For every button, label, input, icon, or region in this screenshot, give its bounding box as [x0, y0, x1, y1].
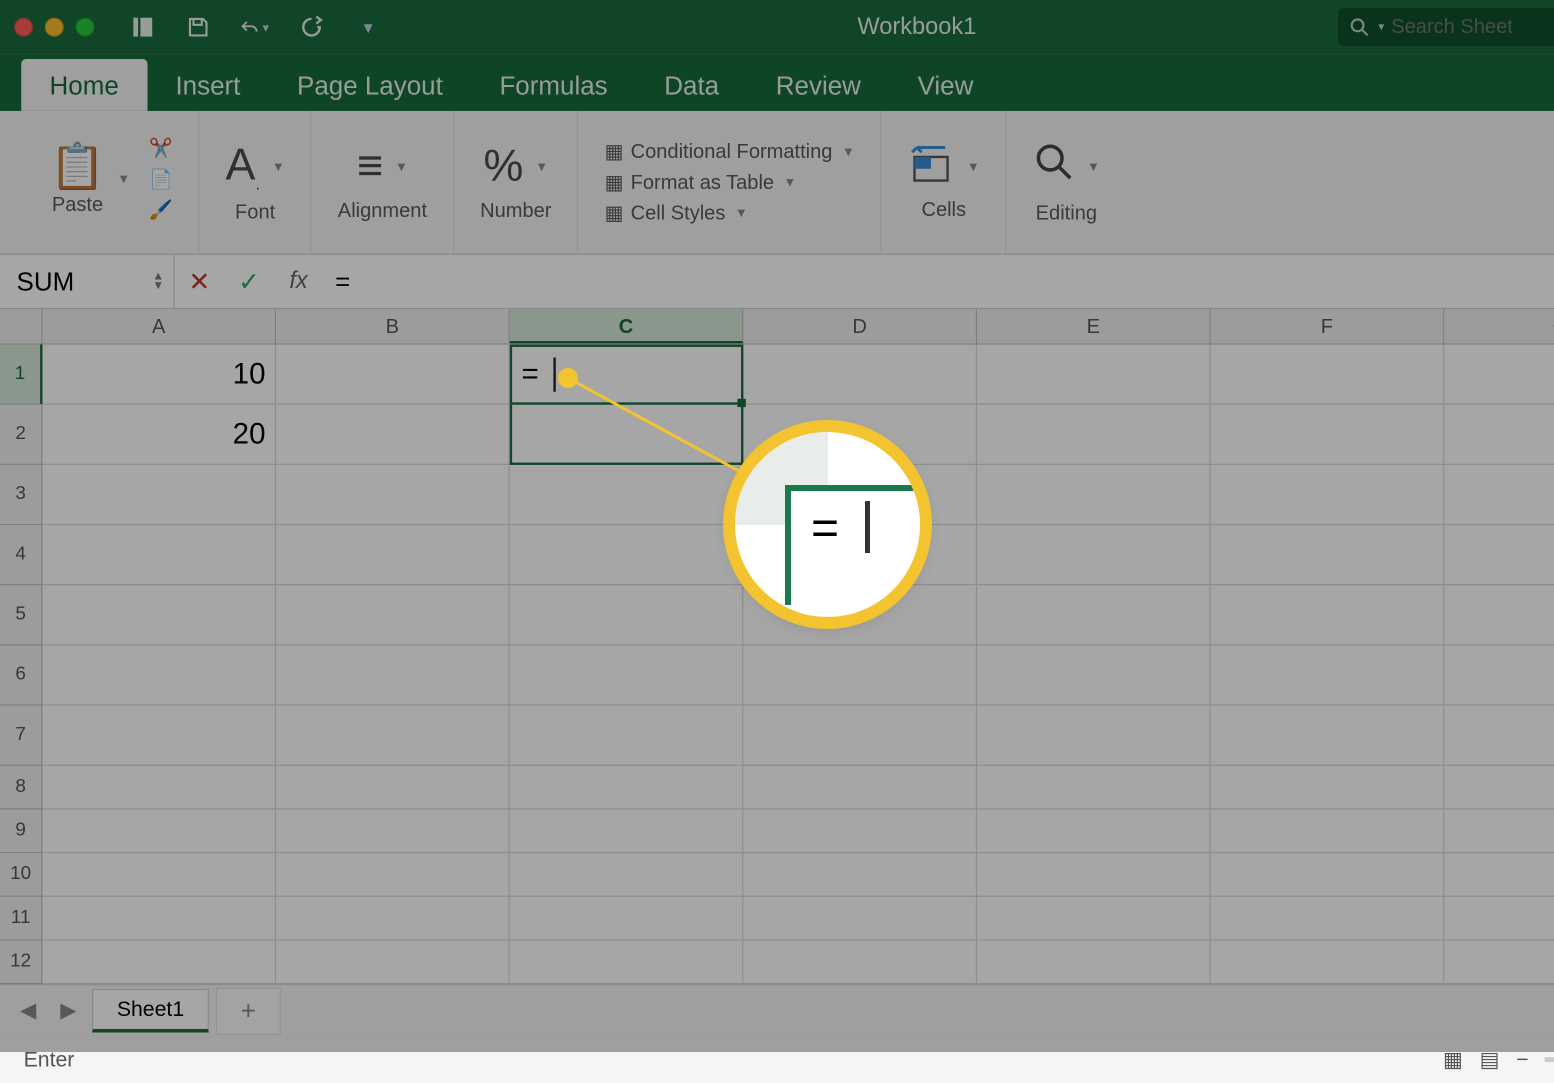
callout-anchor-icon: [558, 368, 578, 388]
magnifier-callout: =: [735, 432, 920, 617]
zoom-slider[interactable]: [1545, 1057, 1554, 1062]
